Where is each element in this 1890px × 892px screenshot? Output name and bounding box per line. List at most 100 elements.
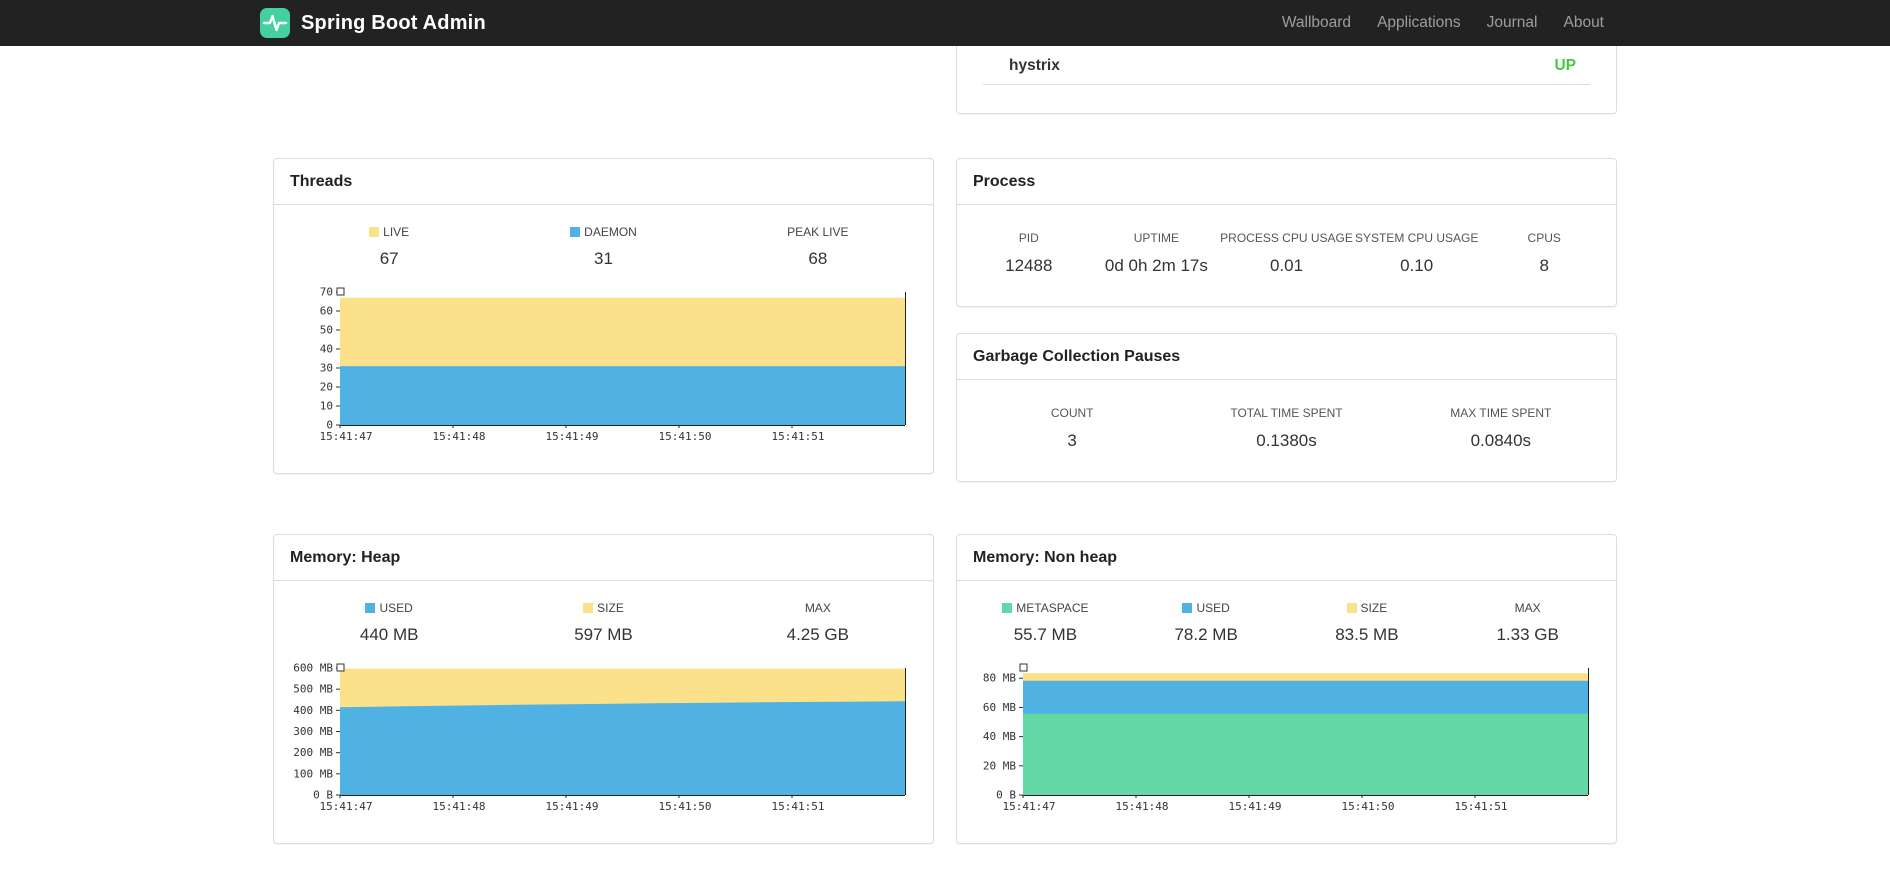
page-container: hystrix UP Process PID 12488 UPTIME 0d 0… <box>273 46 1617 844</box>
legend-label: USED <box>1126 601 1287 615</box>
legend-item-size: SIZE 597 MB <box>496 601 710 645</box>
nav-link-journal[interactable]: Journal <box>1474 14 1551 32</box>
metric-system-cpu-usage: SYSTEM CPU USAGE 0.10 <box>1353 231 1481 276</box>
legend-item-used: USED 78.2 MB <box>1126 601 1287 645</box>
metric-label: SYSTEM CPU USAGE <box>1354 231 1479 245</box>
svg-text:15:41:49: 15:41:49 <box>1229 800 1282 813</box>
legend-item-max: MAX 4.25 GB <box>711 601 925 645</box>
threads-chart: 0 10 20 30 40 50 60 70 15:41:47 15:41:48 15:41:49 1… <box>288 285 915 443</box>
svg-text:60: 60 <box>320 305 333 318</box>
metric-pid: PID 12488 <box>965 231 1093 276</box>
legend-value: 83.5 MB <box>1335 625 1399 644</box>
health-row: hystrix UP <box>983 46 1590 85</box>
memory-heap-panel: Memory: Heap USED 440 MB SIZE 597 MB MAX… <box>273 534 934 844</box>
metric-process-cpu-usage: PROCESS CPU USAGE 0.01 <box>1220 231 1353 276</box>
legend-label: SIZE <box>1287 601 1448 615</box>
health-spacer <box>957 85 1616 113</box>
svg-text:15:41:51: 15:41:51 <box>772 430 825 443</box>
threads-panel-title: Threads <box>274 159 933 205</box>
svg-text:40 MB: 40 MB <box>983 730 1016 743</box>
size-swatch-icon <box>583 603 594 613</box>
svg-text:200 MB: 200 MB <box>293 746 333 759</box>
size-swatch-icon <box>1346 603 1357 613</box>
metric-value: 0d 0h 2m 17s <box>1104 256 1208 275</box>
threads-chart-wrap: 0 10 20 30 40 50 60 70 15:41:47 15:41:48 15:41:49 1… <box>274 285 933 473</box>
brand-link[interactable]: Spring Boot Admin <box>259 7 486 39</box>
nav-link-applications[interactable]: Applications <box>1364 14 1474 32</box>
nav-link-wallboard[interactable]: Wallboard <box>1269 14 1364 32</box>
heap-chart: 0 B 100 MB 200 MB 300 MB 400 MB 500 MB 600 MB 1… <box>288 661 915 813</box>
legend-item-peak-live: PEAK LIVE 68 <box>711 225 925 269</box>
legend-value: 68 <box>808 249 828 268</box>
svg-text:70: 70 <box>320 286 333 299</box>
metric-value: 0.01 <box>1269 256 1304 275</box>
svg-text:50: 50 <box>320 324 333 337</box>
metric-value: 0.10 <box>1400 256 1434 275</box>
svg-text:30: 30 <box>320 362 333 375</box>
metric-value: 8 <box>1539 256 1549 275</box>
svg-text:300 MB: 300 MB <box>293 725 333 738</box>
svg-text:400 MB: 400 MB <box>293 704 333 717</box>
metric-label: UPTIME <box>1133 231 1180 245</box>
daemon-swatch-icon <box>570 227 581 237</box>
svg-text:15:41:47: 15:41:47 <box>320 430 373 443</box>
nonheap-legend: METASPACE 55.7 MB USED 78.2 MB SIZE 83.5… <box>957 581 1616 651</box>
svg-text:15:41:48: 15:41:48 <box>433 430 486 443</box>
svg-text:600 MB: 600 MB <box>293 662 333 675</box>
threads-panel: Threads LIVE 67 DAEMON 31 PEAK LIVE 68 0… <box>273 158 934 474</box>
legend-label-text: PEAK LIVE <box>787 225 849 239</box>
legend-label-text: MAX <box>1514 601 1541 615</box>
legend-value: 1.33 GB <box>1496 625 1559 644</box>
svg-text:15:41:50: 15:41:50 <box>659 430 712 443</box>
legend-value: 78.2 MB <box>1174 625 1238 644</box>
metric-label: CPUS <box>1527 231 1561 245</box>
metric-gc-total-time: TOTAL TIME SPENT 0.1380s <box>1179 406 1393 451</box>
legend-value: 31 <box>594 249 613 268</box>
legend-label: USED <box>282 601 496 615</box>
nav-links: Wallboard Applications Journal About <box>1269 14 1617 32</box>
metric-cpus: CPUS 8 <box>1480 231 1608 276</box>
metric-label: TOTAL TIME SPENT <box>1230 406 1343 420</box>
svg-text:15:41:47: 15:41:47 <box>320 800 373 813</box>
gc-panel: Garbage Collection Pauses COUNT 3 TOTAL … <box>956 333 1617 482</box>
gc-metrics: COUNT 3 TOTAL TIME SPENT 0.1380s MAX TIM… <box>957 380 1616 481</box>
svg-text:15:41:49: 15:41:49 <box>546 430 599 443</box>
legend-label: DAEMON <box>496 225 710 239</box>
legend-item-size: SIZE 83.5 MB <box>1287 601 1448 645</box>
metaspace-swatch-icon <box>1002 603 1013 613</box>
memory-heap-title: Memory: Heap <box>274 535 933 581</box>
metric-gc-max-time: MAX TIME SPENT 0.0840s <box>1394 406 1608 451</box>
nav-link-about[interactable]: About <box>1550 14 1617 32</box>
bottom-grid: Memory: Heap USED 440 MB SIZE 597 MB MAX… <box>273 534 1617 844</box>
legend-label: LIVE <box>282 225 496 239</box>
svg-text:15:41:48: 15:41:48 <box>433 800 486 813</box>
legend-label: PEAK LIVE <box>711 225 925 239</box>
metric-gc-count: COUNT 3 <box>965 406 1179 451</box>
legend-label-text: SIZE <box>1360 601 1388 615</box>
svg-text:60 MB: 60 MB <box>983 701 1016 714</box>
legend-label: METASPACE <box>965 601 1126 615</box>
svg-text:500 MB: 500 MB <box>293 683 333 696</box>
metric-value: 0.1380s <box>1256 431 1317 450</box>
legend-value: 67 <box>379 249 399 268</box>
svg-text:15:41:49: 15:41:49 <box>546 800 599 813</box>
svg-text:15:41:51: 15:41:51 <box>772 800 825 813</box>
legend-item-daemon: DAEMON 31 <box>496 225 710 269</box>
legend-label-text: DAEMON <box>584 225 637 239</box>
svg-text:15:41:50: 15:41:50 <box>1342 800 1395 813</box>
navbar: Spring Boot Admin Wallboard Applications… <box>0 0 1890 46</box>
svg-text:40: 40 <box>320 343 333 356</box>
metric-value: 12488 <box>1005 256 1053 275</box>
nonheap-chart-wrap: 0 B 20 MB 40 MB 60 MB 80 MB 15:41:47 15:41:48 1… <box>957 661 1616 843</box>
gc-panel-title: Garbage Collection Pauses <box>957 334 1616 380</box>
svg-text:15:41:51: 15:41:51 <box>1455 800 1508 813</box>
legend-value: 597 MB <box>574 625 633 644</box>
threads-legend: LIVE 67 DAEMON 31 PEAK LIVE 68 <box>274 205 933 275</box>
svg-text:15:41:50: 15:41:50 <box>659 800 712 813</box>
legend-label: MAX <box>1447 601 1608 615</box>
process-metrics: PID 12488 UPTIME 0d 0h 2m 17s PROCESS CP… <box>957 205 1616 306</box>
metric-label: PROCESS CPU USAGE <box>1220 231 1353 245</box>
legend-label-text: USED <box>1196 601 1230 615</box>
health-status-badge: UP <box>1554 57 1576 74</box>
process-panel-title: Process <box>957 159 1616 205</box>
